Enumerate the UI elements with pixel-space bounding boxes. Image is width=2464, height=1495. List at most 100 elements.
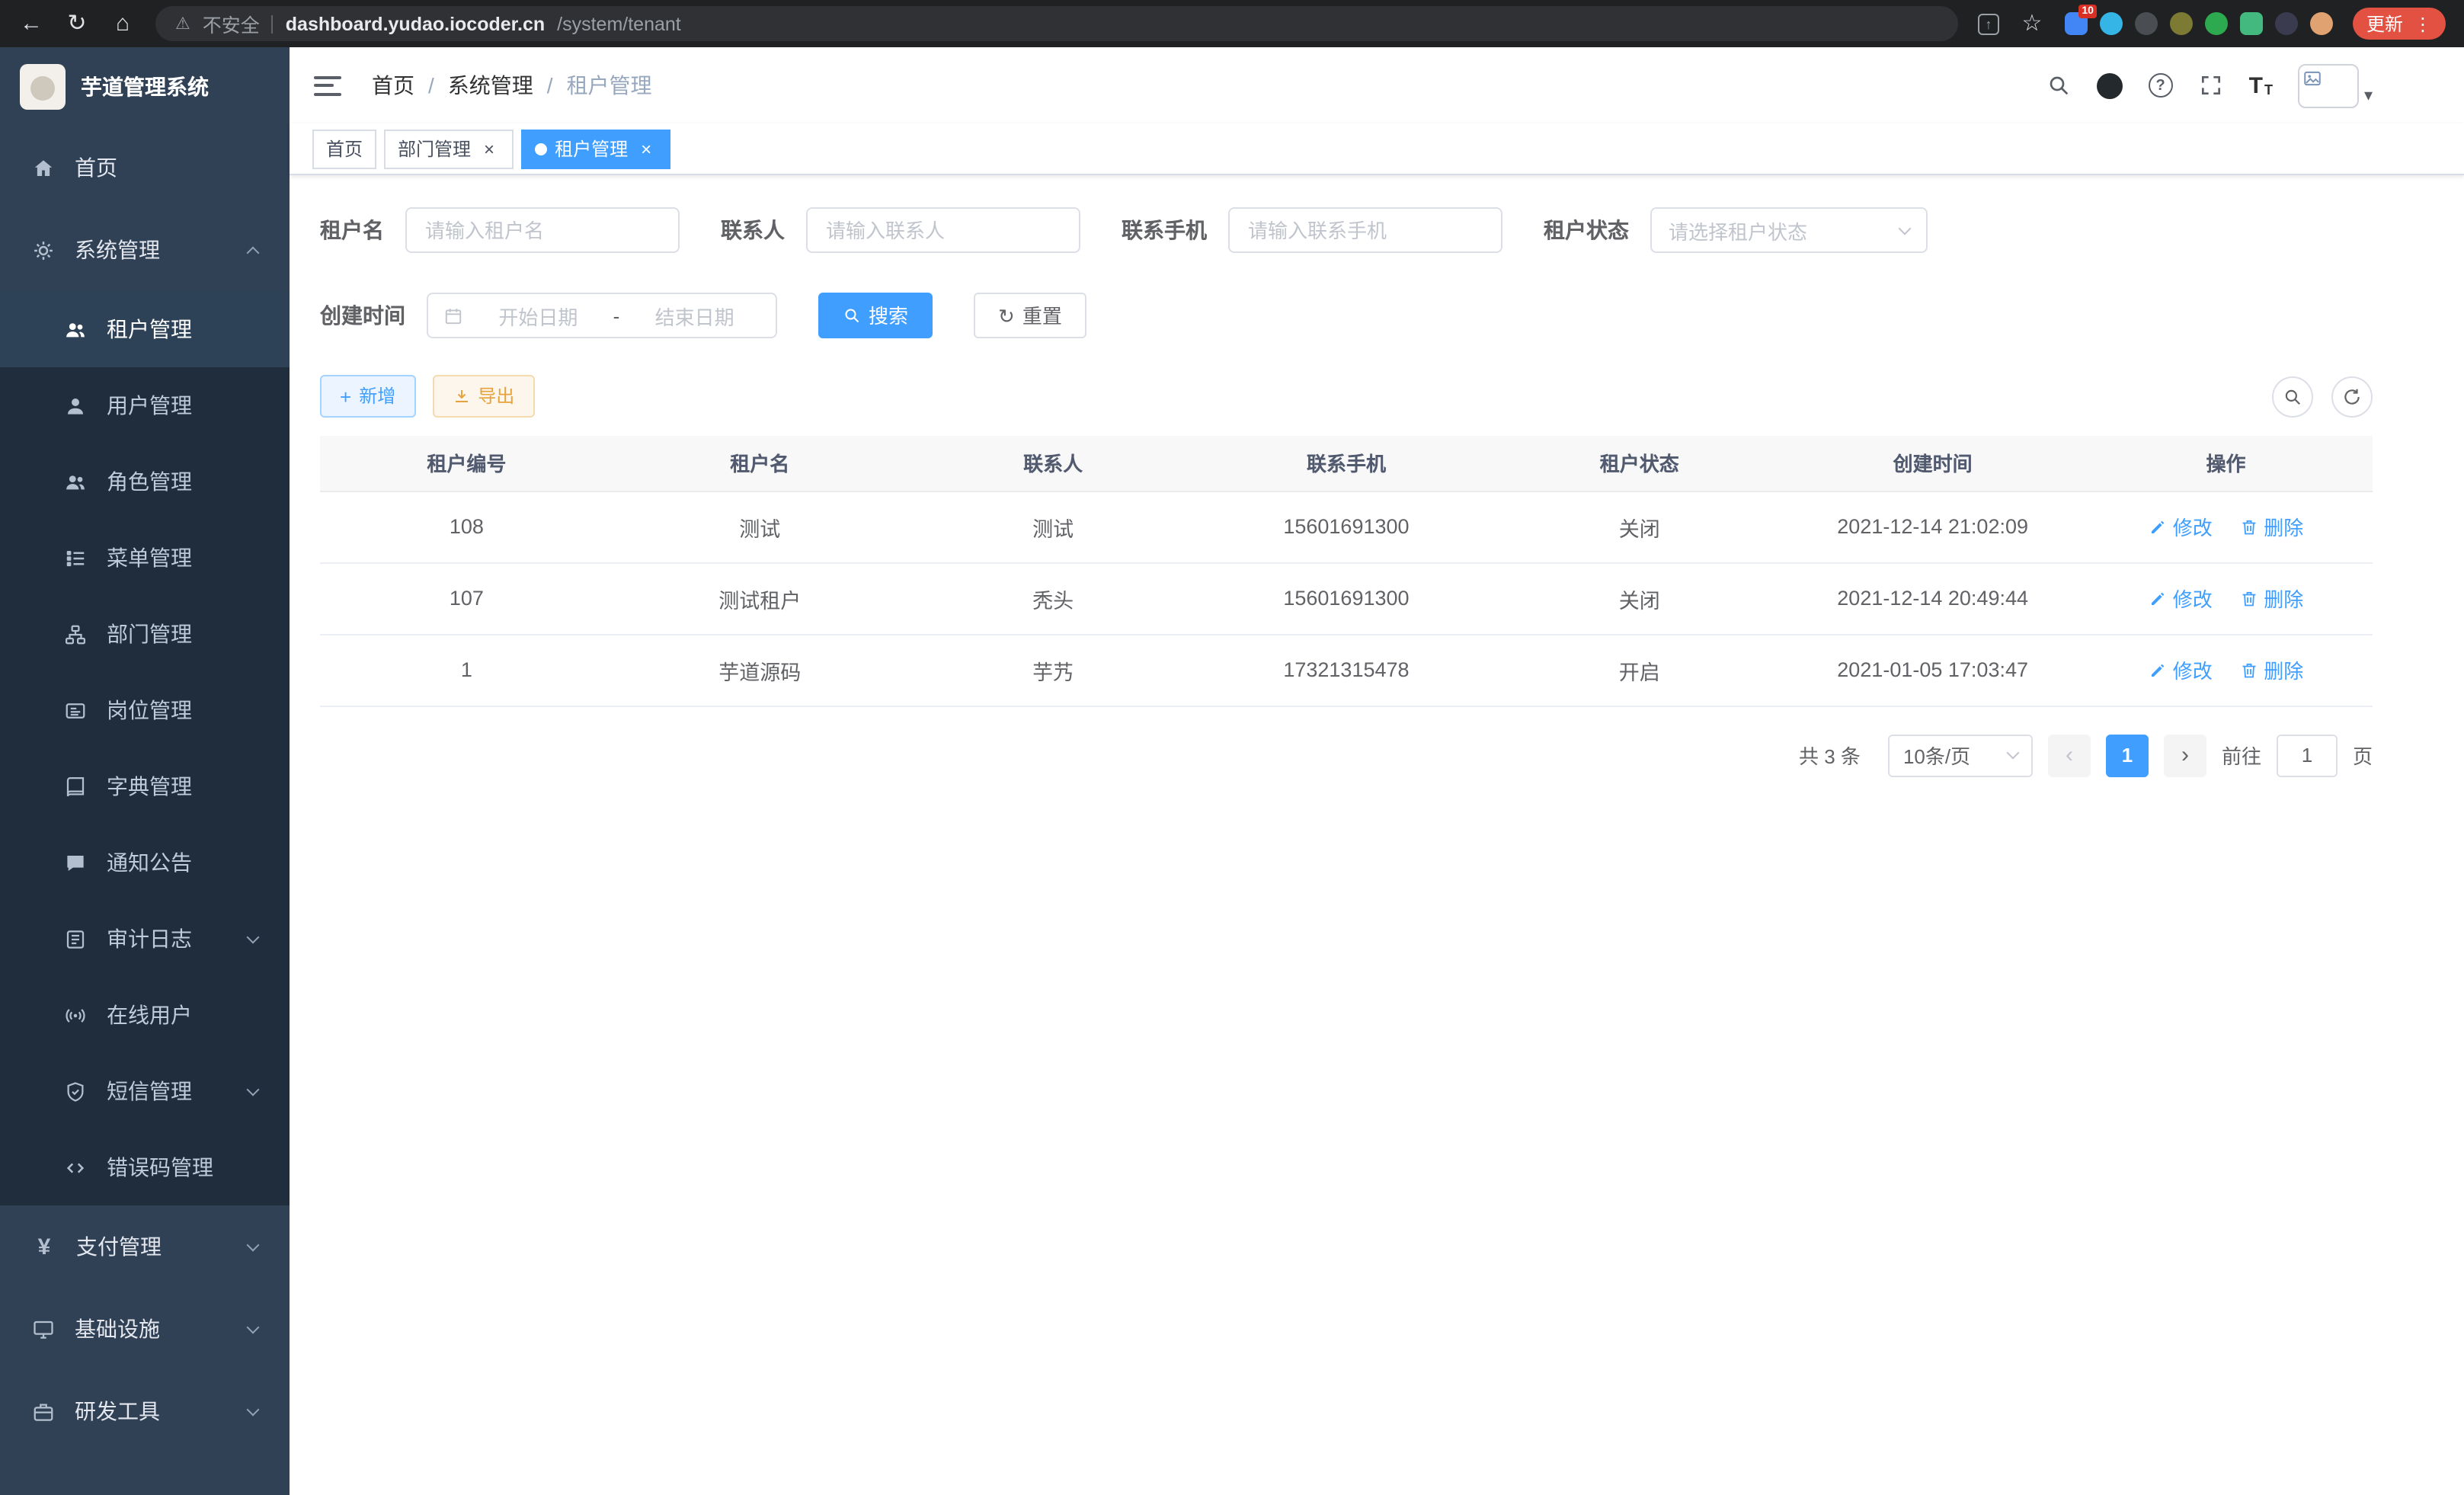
extension-icon[interactable] (2135, 12, 2158, 35)
close-icon[interactable]: × (478, 138, 500, 159)
goto-page-input[interactable] (2277, 734, 2338, 776)
user-avatar-menu[interactable]: ▾ (2299, 63, 2373, 107)
profile-avatar[interactable] (2310, 12, 2333, 35)
sidebar-item-infrastructure[interactable]: 基础设施 (0, 1288, 290, 1370)
sidebar-item-home[interactable]: 首页 (0, 126, 290, 209)
bookmark-star-icon[interactable]: ☆ (2019, 12, 2045, 35)
sidebar-item-post-management[interactable]: 岗位管理 (0, 672, 290, 748)
close-icon[interactable]: × (635, 138, 657, 159)
toggle-search-button[interactable] (2272, 376, 2313, 417)
extension-icon[interactable] (2275, 12, 2298, 35)
cell-actions: 修改 删除 (2079, 634, 2373, 706)
tab-home[interactable]: 首页 (312, 129, 376, 168)
code-icon (64, 1156, 87, 1179)
hamburger-icon[interactable] (314, 75, 341, 95)
cell-phone: 17321315478 (1200, 634, 1493, 706)
browser-chrome: ← ↻ ⌂ ⚠ 不安全 dashboard.yudao.iocoder.cn/s… (0, 0, 2464, 47)
breadcrumb-home[interactable]: 首页 (372, 70, 414, 101)
extension-icon[interactable] (2170, 12, 2193, 35)
delete-link[interactable]: 删除 (2239, 655, 2303, 684)
sidebar-item-menu-management[interactable]: 菜单管理 (0, 520, 290, 596)
search-button[interactable]: 搜索 (818, 293, 933, 338)
sidebar-item-system-management[interactable]: 系统管理 (0, 209, 290, 291)
edit-link[interactable]: 修改 (2149, 584, 2213, 613)
sidebar-item-online-users[interactable]: 在线用户 (0, 977, 290, 1053)
sidebar-item-tenant-management[interactable]: 租户管理 (0, 291, 290, 367)
delete-link[interactable]: 删除 (2239, 512, 2303, 541)
tags-view-bar: 首页 部门管理 × 租户管理 × (290, 123, 2464, 175)
reload-button-icon[interactable]: ↻ (64, 12, 90, 35)
tab-tenant-management[interactable]: 租户管理 × (521, 129, 670, 168)
app-logo: 芋道管理系统 (0, 47, 290, 126)
cell-actions: 修改 删除 (2079, 491, 2373, 562)
share-icon[interactable]: ↑ (1978, 13, 1999, 34)
chevron-down-icon (247, 930, 260, 943)
sidebar-item-audit-log[interactable]: 审计日志 (0, 901, 290, 977)
extension-icon[interactable]: 10 (2065, 12, 2088, 35)
help-icon[interactable]: ? (2149, 73, 2173, 98)
prev-page-button[interactable]: ‹ (2048, 734, 2091, 776)
sidebar-item-label: 角色管理 (107, 466, 192, 497)
export-button[interactable]: 导出 (432, 375, 534, 418)
page-number-button[interactable]: 1 (2106, 734, 2149, 776)
chevron-down-icon (2006, 747, 2019, 760)
end-date-placeholder: 结束日期 (629, 301, 760, 330)
font-size-icon[interactable]: TT (2249, 74, 2273, 97)
search-icon[interactable] (2046, 73, 2071, 98)
sidebar-item-payment[interactable]: ¥ 支付管理 (0, 1205, 290, 1288)
sidebar-item-dict-management[interactable]: 字典管理 (0, 748, 290, 824)
menu-kebab-icon[interactable]: ⋮ (2414, 13, 2432, 34)
back-button-icon[interactable]: ← (18, 12, 44, 35)
trash-icon (2239, 589, 2258, 607)
home-button-icon[interactable]: ⌂ (110, 12, 136, 35)
edit-link[interactable]: 修改 (2149, 655, 2213, 684)
sidebar-item-role-management[interactable]: 角色管理 (0, 443, 290, 520)
refresh-table-button[interactable] (2331, 376, 2373, 417)
cell-tenant-name: 测试 (613, 491, 907, 562)
reset-button[interactable]: ↻ 重置 (974, 293, 1086, 338)
navbar-actions: ? TT ▾ (2046, 63, 2373, 107)
update-button[interactable]: 更新 ⋮ (2353, 8, 2446, 40)
extension-icon[interactable] (2100, 12, 2123, 35)
tenant-name-input[interactable] (405, 207, 680, 253)
phone-input[interactable] (1228, 207, 1502, 253)
col-tenant-name: 租户名 (613, 436, 907, 491)
breadcrumb-separator: / (547, 73, 553, 98)
breadcrumb-separator: / (428, 73, 434, 98)
sidebar-item-user-management[interactable]: 用户管理 (0, 367, 290, 443)
contact-input[interactable] (806, 207, 1080, 253)
next-page-button[interactable]: › (2164, 734, 2206, 776)
address-bar[interactable]: ⚠ 不安全 dashboard.yudao.iocoder.cn/system/… (155, 6, 1958, 41)
home-icon (32, 156, 55, 179)
briefcase-icon (32, 1400, 55, 1423)
edit-link[interactable]: 修改 (2149, 512, 2213, 541)
tab-label: 部门管理 (398, 136, 471, 162)
delete-link[interactable]: 删除 (2239, 584, 2303, 613)
sidebar-item-dept-management[interactable]: 部门管理 (0, 596, 290, 672)
date-range-picker[interactable]: 开始日期 - 结束日期 (427, 293, 777, 338)
sidebar-item-notice[interactable]: 通知公告 (0, 824, 290, 901)
extension-icon[interactable] (2240, 12, 2263, 35)
fullscreen-icon[interactable] (2199, 73, 2223, 98)
table-row: 108 测试 测试 15601691300 关闭 2021-12-14 21:0… (320, 491, 2373, 562)
users-icon (64, 318, 87, 341)
avatar[interactable] (2299, 63, 2360, 107)
filter-status: 租户状态 请选择租户状态 (1544, 207, 1928, 253)
cell-actions: 修改 删除 (2079, 562, 2373, 634)
add-label: 新增 (359, 387, 395, 405)
sidebar-item-error-code[interactable]: 错误码管理 (0, 1129, 290, 1205)
sidebar-item-dev-tools[interactable]: 研发工具 (0, 1370, 290, 1452)
tab-dept-management[interactable]: 部门管理 × (384, 129, 514, 168)
chevron-down-icon (247, 1403, 260, 1416)
sidebar-item-sms-management[interactable]: 短信管理 (0, 1053, 290, 1129)
add-button[interactable]: + 新增 (320, 375, 415, 418)
filter-contact: 联系人 (721, 207, 1080, 253)
cell-contact: 芋艿 (907, 634, 1200, 706)
github-icon[interactable] (2097, 72, 2123, 98)
status-select[interactable]: 请选择租户状态 (1650, 207, 1928, 253)
browser-window: ← ↻ ⌂ ⚠ 不安全 dashboard.yudao.iocoder.cn/s… (0, 0, 2464, 1495)
page-size-select[interactable]: 10条/页 (1888, 734, 2033, 776)
breadcrumb-system[interactable]: 系统管理 (448, 70, 533, 101)
sidebar-item-label: 首页 (75, 152, 117, 183)
extension-icon[interactable] (2205, 12, 2228, 35)
